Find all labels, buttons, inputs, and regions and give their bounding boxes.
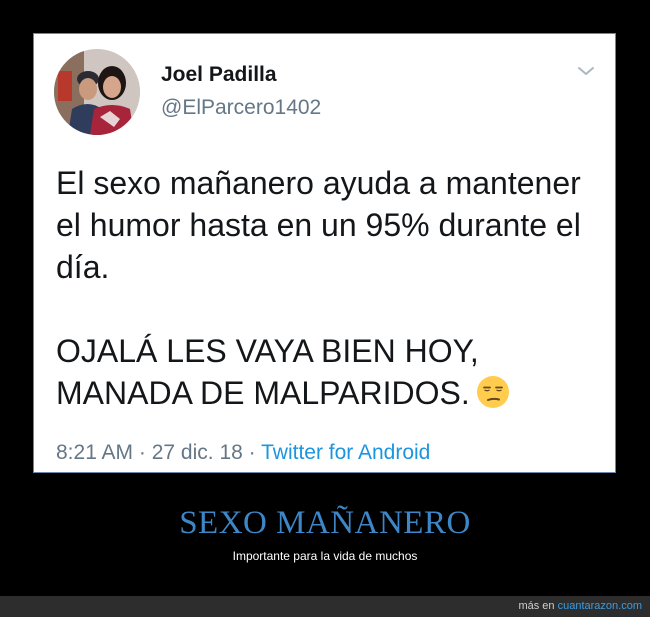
author-name[interactable]: Joel Padilla [161, 63, 277, 87]
tweet-time[interactable]: 8:21 AM [56, 441, 133, 464]
tweet-paragraph-1: El sexo mañanero ayuda a mantener el hum… [56, 165, 581, 285]
chevron-down-icon[interactable] [575, 63, 597, 79]
tweet-paragraph-2: OJALÁ LES VAYA BIEN HOY, MANADA DE MALPA… [56, 333, 479, 411]
tweet-card: Joel Padilla @ElParcero1402 El sexo maña… [33, 33, 616, 473]
site-link[interactable]: cuantarazon.com [558, 600, 642, 612]
author-handle[interactable]: @ElParcero1402 [161, 96, 321, 120]
tweet-text: El sexo mañanero ayuda a mantener el hum… [56, 162, 601, 414]
tweet-source-link[interactable]: Twitter for Android [261, 441, 430, 464]
footer-bar: más en cuantarazon.com [0, 596, 650, 617]
tweet-metadata: 8:21 AM · 27 dic. 18 · Twitter for Andro… [56, 441, 430, 465]
meta-separator: · [242, 441, 262, 464]
footer-prefix: más en [518, 600, 558, 612]
tweet-date[interactable]: 27 dic. 18 [152, 441, 243, 464]
avatar[interactable] [54, 49, 140, 135]
avatar-photo [54, 49, 140, 135]
caption-title: SEXO MAÑANERO [179, 505, 471, 541]
meta-separator: · [133, 441, 152, 464]
unamused-face-icon [476, 375, 510, 409]
caption-subtitle: Importante para la vida de muchos [232, 549, 418, 563]
footer-credit: más en cuantarazon.com [518, 600, 642, 612]
tweet-paragraph-2-wrapper: OJALÁ LES VAYA BIEN HOY, MANADA DE MALPA… [56, 330, 601, 414]
